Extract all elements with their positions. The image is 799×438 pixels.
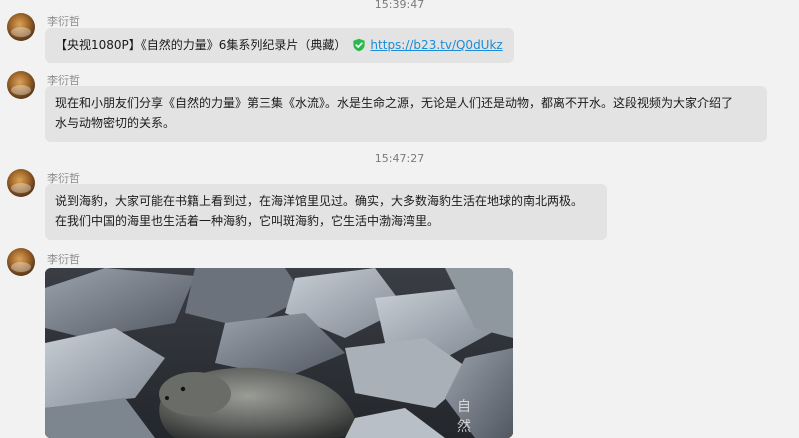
timestamp: 15:39:47 bbox=[374, 0, 425, 11]
avatar[interactable] bbox=[7, 248, 35, 276]
sender-name: 李衍哲 bbox=[47, 253, 80, 266]
message-text-line: 现在和小朋友们分享《自然的力量》第三集《水流》。水是生命之源，无论是人们还是动物… bbox=[55, 96, 734, 110]
message-bubble[interactable]: 现在和小朋友们分享《自然的力量》第三集《水流》。水是生命之源，无论是人们还是动物… bbox=[45, 86, 767, 142]
seal-on-ice-image bbox=[45, 268, 513, 438]
avatar[interactable] bbox=[7, 13, 35, 41]
message-text-line: 说到海豹，大家可能在书籍上看到过，在海洋馆里见过。确实，大多数海豹生活在地球的南… bbox=[55, 194, 584, 208]
watermark-char: 然 bbox=[457, 419, 471, 435]
watermark-char: 自 bbox=[457, 399, 471, 415]
verified-shield-icon bbox=[353, 38, 366, 52]
link-message-row: 【央视1080P】《自然的力量》6集系列纪录片（典藏） https://b23.… bbox=[55, 35, 504, 55]
chat-window: 15:39:47 李衍哲 【央视1080P】《自然的力量》6集系列纪录片（典藏）… bbox=[0, 0, 799, 438]
message-text-line: 水与动物密切的关系。 bbox=[55, 116, 176, 130]
message-text-line: 在我们中国的海里也生活着一种海豹，它叫斑海豹，它生活中渤海湾里。 bbox=[55, 214, 440, 228]
message-bubble[interactable]: 【央视1080P】《自然的力量》6集系列纪录片（典藏） https://b23.… bbox=[45, 28, 514, 63]
timestamp: 15:47:27 bbox=[374, 152, 425, 165]
message-bubble[interactable]: 说到海豹，大家可能在书籍上看到过，在海洋馆里见过。确实，大多数海豹生活在地球的南… bbox=[45, 184, 607, 240]
message-text: 【央视1080P】《自然的力量》6集系列纪录片（典藏） bbox=[55, 38, 347, 52]
sender-name: 李衍哲 bbox=[47, 15, 80, 28]
video-link[interactable]: https://b23.tv/Q0dUkz bbox=[370, 35, 502, 55]
avatar[interactable] bbox=[7, 169, 35, 197]
avatar[interactable] bbox=[7, 71, 35, 99]
video-watermark: 自 然 bbox=[455, 397, 473, 437]
image-message[interactable] bbox=[45, 268, 513, 438]
